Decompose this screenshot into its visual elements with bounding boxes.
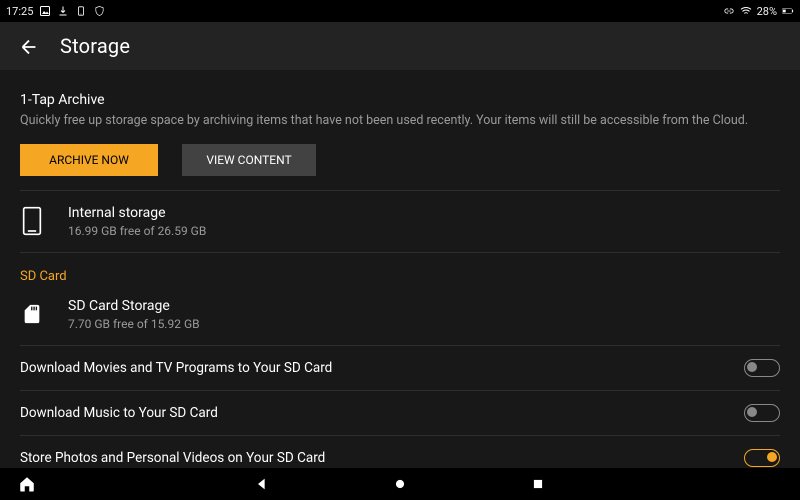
download-music-row[interactable]: Download Music to Your SD Card — [20, 391, 780, 435]
link-icon — [723, 5, 735, 17]
download-movies-toggle[interactable] — [744, 359, 780, 377]
content-area: 1-Tap Archive Quickly free up storage sp… — [0, 70, 800, 468]
internal-storage-label: Internal storage — [68, 205, 206, 221]
phone-storage-icon — [20, 206, 44, 236]
archive-now-button[interactable]: ARCHIVE NOW — [20, 144, 158, 176]
download-movies-row[interactable]: Download Movies and TV Programs to Your … — [20, 346, 780, 390]
wifi-icon — [740, 5, 752, 17]
internal-storage-row[interactable]: Internal storage 16.99 GB free of 26.59 … — [20, 191, 780, 252]
nav-back-icon[interactable] — [253, 475, 271, 493]
download-icon — [57, 5, 69, 17]
shield-icon — [93, 5, 105, 17]
archive-description: Quickly free up storage space by archivi… — [20, 112, 780, 130]
back-button[interactable] — [18, 36, 38, 56]
divider — [20, 252, 780, 253]
download-music-label: Download Music to Your SD Card — [20, 405, 218, 421]
sd-card-category: SD Card — [20, 269, 780, 284]
download-movies-label: Download Movies and TV Programs to Your … — [20, 360, 332, 376]
store-photos-label: Store Photos and Personal Videos on Your… — [20, 450, 325, 466]
status-time: 17:25 — [6, 5, 33, 18]
page-title: Storage — [60, 34, 130, 58]
internal-storage-detail: 16.99 GB free of 26.59 GB — [68, 224, 206, 238]
home-app-icon[interactable] — [18, 475, 36, 493]
nav-recent-icon[interactable] — [529, 475, 547, 493]
status-bar: 17:25 28% — [0, 0, 800, 22]
nav-home-icon[interactable] — [391, 475, 409, 493]
sd-card-icon — [20, 299, 44, 329]
sd-card-label: SD Card Storage — [68, 298, 200, 314]
store-photos-toggle[interactable] — [744, 449, 780, 467]
battery-icon — [782, 5, 794, 17]
battery-pct: 28% — [757, 5, 777, 18]
download-music-toggle[interactable] — [744, 404, 780, 422]
view-content-button[interactable]: VIEW CONTENT — [182, 144, 316, 176]
sd-card-detail: 7.70 GB free of 15.92 GB — [68, 317, 200, 331]
phone-icon — [75, 5, 87, 17]
archive-title: 1-Tap Archive — [20, 92, 780, 108]
image-icon — [39, 5, 51, 17]
sd-card-storage-row[interactable]: SD Card Storage 7.70 GB free of 15.92 GB — [20, 292, 780, 345]
title-bar: Storage — [0, 22, 800, 70]
store-photos-row[interactable]: Store Photos and Personal Videos on Your… — [20, 436, 780, 469]
navigation-bar — [0, 468, 800, 500]
